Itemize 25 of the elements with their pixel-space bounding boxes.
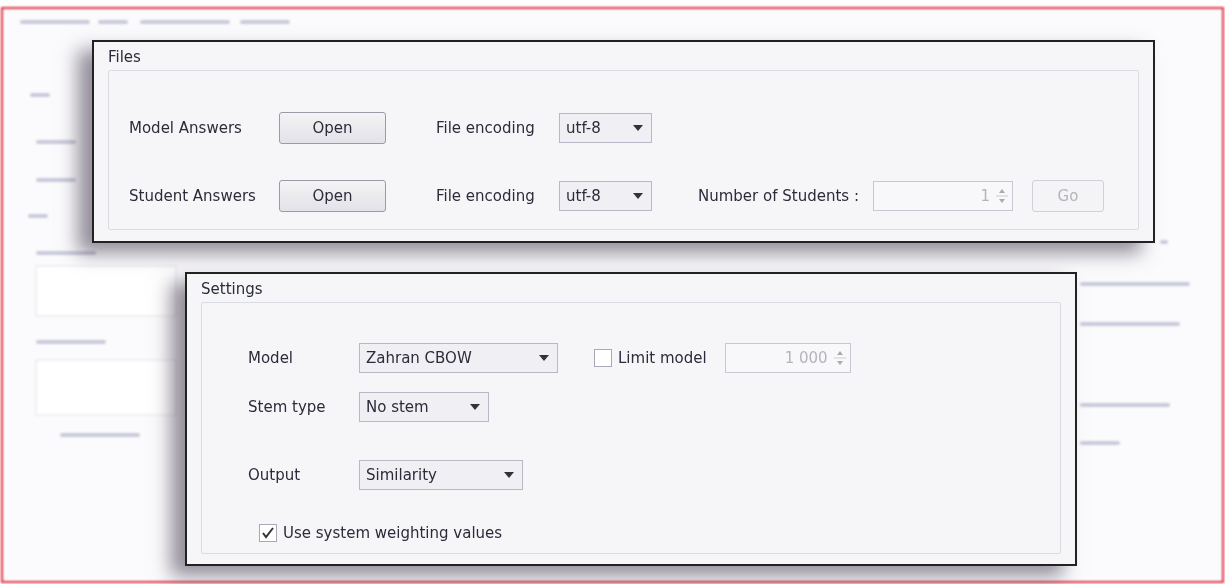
caret-icon — [633, 193, 643, 199]
field-label: File encoding — [436, 119, 536, 137]
group-title: Files — [108, 48, 141, 66]
checkbox-label: Limit model — [618, 349, 707, 367]
field-label: Output — [248, 466, 302, 484]
caret-icon — [633, 125, 643, 131]
caret-icon — [539, 355, 549, 361]
caret-icon — [470, 404, 480, 410]
field-label: Student Answers — [129, 187, 257, 205]
open-button[interactable]: Open — [279, 180, 386, 212]
caret-icon — [504, 472, 514, 478]
dropdown[interactable]: No stem — [359, 392, 489, 422]
open-button[interactable]: Open — [279, 112, 386, 144]
group-title: Settings — [201, 280, 263, 298]
dropdown[interactable]: Similarity — [359, 460, 523, 490]
field-label: Number of Students : — [698, 187, 859, 205]
checkbox-label: Use system weighting values — [283, 524, 503, 542]
dropdown[interactable]: utf-8 — [559, 113, 652, 143]
field-label: Model — [248, 349, 295, 367]
dropdown[interactable]: utf-8 — [559, 181, 652, 211]
field-label: File encoding — [436, 187, 536, 205]
field-label: Stem type — [248, 398, 327, 416]
field-label: Model Answers — [129, 119, 243, 137]
dropdown[interactable]: Zahran CBOW — [359, 343, 558, 373]
checkbox[interactable] — [259, 524, 277, 542]
